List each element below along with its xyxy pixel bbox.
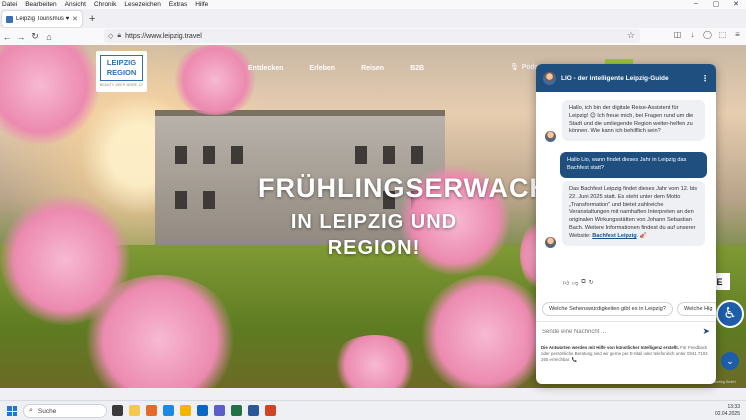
menu-bar: Datei Bearbeiten Ansicht Chronik Lesezei… [0, 0, 746, 9]
back-icon[interactable]: ← [0, 32, 14, 42]
tab-bar: Leipzig Tourismus ♥ Entdeckt L ✕ + [0, 9, 746, 28]
powerpoint-icon[interactable] [265, 405, 276, 416]
bachfest-link[interactable]: Bachfest Leipzig [592, 233, 636, 239]
favicon-icon [6, 15, 13, 23]
chat-input[interactable] [542, 328, 703, 335]
outlook-icon[interactable] [197, 405, 208, 416]
lock-icon: 🔒︎ [117, 32, 122, 39]
menu-chronik[interactable]: Chronik [94, 1, 116, 8]
lio-avatar [545, 131, 556, 142]
accessibility-icon[interactable]: ♿︎ [716, 300, 744, 328]
suggestion-chip[interactable]: Welche Hig [677, 302, 716, 316]
thumbs-up-icon[interactable]: 👍︎ [563, 279, 569, 287]
taskbar-search-label: Suche [37, 407, 57, 415]
toolbar-right: ◫ ↓ ◯ ⬚ ≡ [673, 30, 742, 41]
copy-icon[interactable]: ⧉ [581, 279, 585, 287]
menu-datei[interactable]: Datei [2, 1, 17, 8]
pocket-icon[interactable]: ◫ [673, 30, 682, 41]
nav-erleben[interactable]: Erleben [309, 65, 335, 72]
windows-start-icon[interactable] [7, 406, 17, 416]
home-icon[interactable]: ⌂ [42, 32, 56, 42]
regenerate-icon[interactable]: ↻ [589, 279, 594, 287]
nav-b2b[interactable]: B2B [410, 65, 424, 72]
suggestion-chip[interactable]: Welche Sehenswürdigkeiten gibt es in Lei… [542, 302, 673, 316]
taskbar: ⌕ Suche 13:33 02.04.2025 [0, 400, 746, 420]
account-icon[interactable]: ◯ [703, 30, 712, 41]
chat-title: LIO - der intelligente Leipzig-Guide [561, 74, 669, 82]
url-text: https://www.leipzig.travel [125, 32, 202, 40]
word-icon[interactable] [248, 405, 259, 416]
bookmark-star-icon[interactable]: ☆ [627, 30, 635, 41]
logo-box: LEIPZIG REGION [100, 55, 143, 81]
teams-icon[interactable] [214, 405, 225, 416]
window-controls: – ▢ ✕ [686, 0, 746, 9]
menu-extras[interactable]: Extras [169, 1, 187, 8]
send-icon[interactable]: ➤ [702, 326, 710, 337]
hamburger-menu-icon[interactable]: ≡ [733, 30, 742, 41]
taskbar-apps [112, 405, 276, 416]
headline-line1: FRÜHLINGSERWACHEN [258, 173, 590, 203]
forward-icon[interactable]: → [14, 32, 28, 42]
podcast-link[interactable]: 🎙︎ Podc [510, 63, 538, 72]
chat-header: LIO - der intelligente Leipzig-Guide ⋮ [536, 64, 716, 92]
chevron-down-icon[interactable]: ⌄ [721, 352, 739, 370]
menu-lesezeichen[interactable]: Lesezeichen [124, 1, 161, 8]
firefox-icon[interactable] [146, 405, 157, 416]
bot-message-tail: . 🎻 [636, 232, 647, 239]
clock-date: 02.04.2025 [714, 411, 740, 417]
site-nav: Entdecken Erleben Reisen B2B [248, 65, 450, 72]
download-icon[interactable]: ↓ [688, 30, 697, 41]
clock-time: 13:33 [727, 404, 740, 410]
disclaimer-bold: Die Antworten werden mit Hilfe von künst… [541, 345, 679, 350]
bot-message: Das Bachfest Leipzig findet dieses Jahr … [562, 181, 705, 246]
reload-icon[interactable]: ↻ [28, 31, 42, 42]
shield-icon: ◇ [108, 33, 114, 40]
file-explorer-icon[interactable] [129, 405, 140, 416]
edge-icon[interactable] [163, 405, 174, 416]
microphone-icon: 🎙︎ [510, 64, 519, 71]
excel-icon[interactable] [231, 405, 242, 416]
lio-avatar [543, 71, 556, 85]
system-tray[interactable]: 13:33 02.04.2025 [715, 404, 740, 418]
menu-ansicht[interactable]: Ansicht [65, 1, 86, 8]
url-bar[interactable]: ◇ 🔒︎ https://www.leipzig.travel ☆ [104, 29, 640, 43]
hero-headline: FRÜHLINGSERWACHEN IN LEIPZIG UND REGION! [258, 173, 590, 261]
logo-subline: BEAUTY. DEEP. MORE. CITY. [100, 83, 143, 87]
lio-avatar [545, 237, 556, 248]
search-icon: ⌕ [29, 407, 33, 414]
logo-line2: REGION [106, 68, 137, 77]
bot-message-text: Das Bachfest Leipzig findet dieses Jahr … [569, 186, 698, 239]
ai-disclaimer: Die Antworten werden mit Hilfe von künst… [541, 345, 713, 363]
taskbar-search[interactable]: ⌕ Suche [23, 404, 107, 418]
nav-bar: ← → ↻ ⌂ ◇ 🔒︎ https://www.leipzig.travel … [0, 28, 746, 45]
task-view-icon[interactable] [112, 405, 123, 416]
new-tab-icon[interactable]: + [89, 13, 95, 25]
menu-bearbeiten[interactable]: Bearbeiten [25, 1, 56, 8]
chat-input-row: ➤ [536, 321, 716, 341]
menu-hilfe[interactable]: Hilfe [195, 1, 208, 8]
nav-entdecken[interactable]: Entdecken [248, 65, 283, 72]
thumbs-down-icon[interactable]: 👎︎ [572, 279, 578, 287]
user-message: Hallo Lio, wann findet dieses Jahr in Le… [560, 152, 707, 178]
headline-line2: IN LEIPZIG UND REGION! [290, 211, 458, 259]
logo-line1: LEIPZIG [106, 58, 137, 67]
chat-widget: LIO - der intelligente Leipzig-Guide ⋮ H… [536, 64, 716, 384]
close-window-icon[interactable]: ✕ [726, 0, 746, 9]
chat-menu-icon[interactable]: ⋮ [701, 74, 709, 83]
chrome-icon[interactable] [180, 405, 191, 416]
chat-messages: Hallo, ich bin der digitale Reise-Assist… [536, 92, 716, 292]
tab-title: Leipzig Tourismus ♥ Entdeckt L [16, 16, 70, 22]
feedback-icons: 👍︎ 👎︎ ⧉ ↻ [563, 279, 594, 287]
bot-message: Hallo, ich bin der digitale Reise-Assist… [562, 100, 705, 142]
minimize-icon[interactable]: – [686, 0, 706, 9]
tab-leipzig[interactable]: Leipzig Tourismus ♥ Entdeckt L ✕ [2, 11, 82, 27]
nav-reisen[interactable]: Reisen [361, 65, 384, 72]
close-tab-icon[interactable]: ✕ [72, 15, 78, 23]
extensions-icon[interactable]: ⬚ [718, 30, 727, 41]
site-logo[interactable]: LEIPZIG REGION BEAUTY. DEEP. MORE. CITY. [96, 51, 147, 92]
maximize-icon[interactable]: ▢ [706, 0, 726, 9]
